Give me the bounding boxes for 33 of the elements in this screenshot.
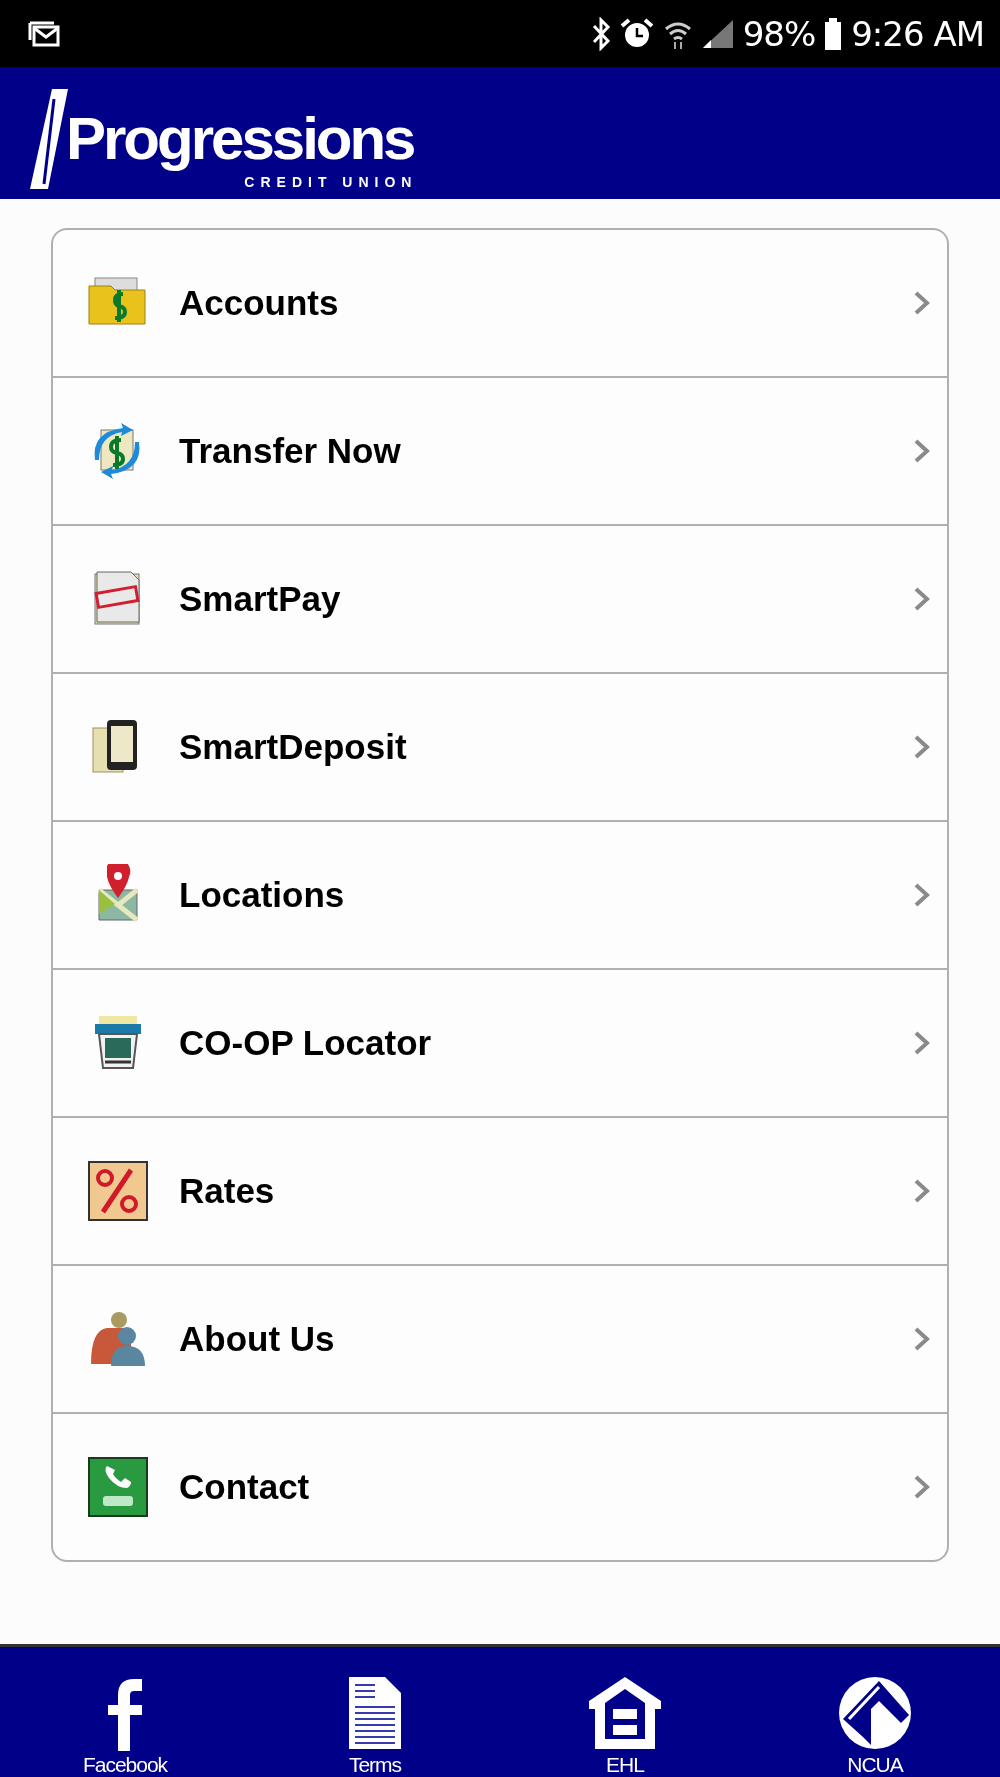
battery-icon [823,16,844,51]
menu-item[interactable]: SmartPay [53,524,947,672]
chevron-icon [913,1030,931,1056]
mail-icon [28,19,62,48]
footer-link[interactable]: EHL [545,1675,705,1777]
chevron-icon [913,586,931,612]
menu-item[interactable]: Locations [53,820,947,968]
menu-item[interactable]: SmartDeposit [53,672,947,820]
chevron-icon [913,438,931,464]
chevron-icon [913,882,931,908]
menu-item[interactable]: Accounts [53,230,947,376]
logo-name: Progressions [66,104,415,173]
logo-mark-icon [30,89,70,189]
chevron-icon [913,734,931,760]
menu-item[interactable]: About Us [53,1264,947,1412]
bluetooth-icon [590,16,611,51]
menu-item[interactable]: Rates [53,1116,947,1264]
facebook-icon [108,1679,142,1751]
footer-link[interactable]: NCUA [795,1675,955,1777]
chevron-icon [913,1326,931,1352]
percent-icon [87,1160,149,1222]
menu-item[interactable]: Transfer Now [53,376,947,524]
battery-percent: 98% [742,13,816,54]
menu-item[interactable]: Contact [53,1412,947,1560]
call-icon [87,1456,149,1518]
chevron-icon [913,290,931,316]
footer-link[interactable]: Facebook [45,1679,205,1777]
chevron-icon [913,1474,931,1500]
menu-item[interactable]: CO-OP Locator [53,968,947,1116]
clock-time: 9:26 AM [851,13,984,54]
footer-link[interactable]: Terms [295,1675,455,1777]
chevron-icon [913,1178,931,1204]
logo-subtitle: CREDIT UNION [244,175,418,189]
